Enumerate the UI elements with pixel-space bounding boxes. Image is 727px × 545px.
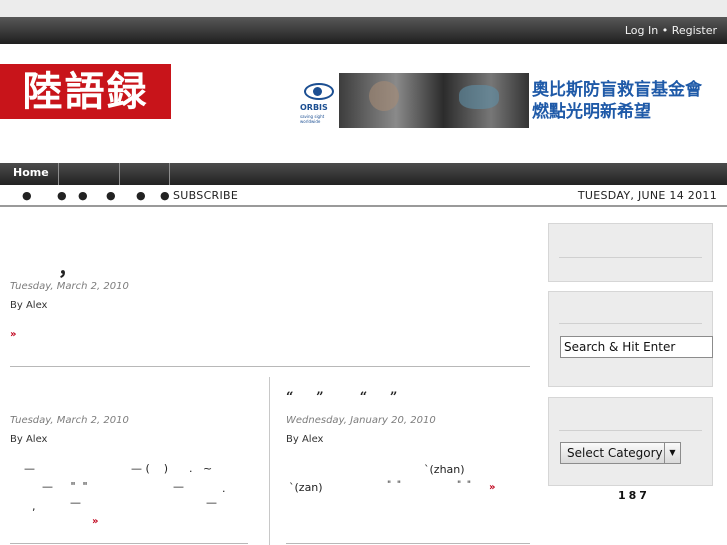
banner-ad[interactable]: ORBIS saving sight worldwide 奧比斯防盲救盲基金會 …	[298, 73, 718, 129]
excerpt-fragment: —	[70, 496, 81, 509]
widget-divider	[559, 257, 702, 258]
main-nav: Home	[0, 163, 727, 185]
banner-photo	[339, 73, 529, 128]
orbis-logo: ORBIS saving sight worldwide	[298, 73, 338, 129]
category-select-label: Select Category	[567, 446, 663, 460]
post-date: Tuesday, March 2, 2010	[10, 281, 129, 292]
chevron-down-icon[interactable]: ▼	[664, 443, 680, 463]
nav-item-3[interactable]	[120, 163, 170, 185]
subnav-dot[interactable]: ●	[160, 189, 170, 202]
subnav-dot[interactable]: ●	[22, 189, 32, 202]
user-bar: Log In • Register	[0, 17, 727, 44]
column-divider	[269, 377, 270, 545]
subnav-dot[interactable]: ●	[78, 189, 88, 202]
post-divider	[10, 366, 530, 367]
pupil-icon	[313, 87, 322, 96]
excerpt-fragment: —	[173, 480, 184, 493]
site-logo[interactable]: 陸語録	[0, 64, 171, 119]
banner-line-2: 燃點光明新希望	[532, 102, 651, 122]
post-divider	[10, 543, 248, 544]
subnav-dot[interactable]: ●	[57, 189, 67, 202]
subnav-dot[interactable]: ●	[136, 189, 146, 202]
read-more-link[interactable]: »	[489, 482, 495, 493]
orbis-brand: ORBIS	[300, 103, 328, 112]
category-select[interactable]: Select Category ▼	[560, 442, 681, 464]
login-link[interactable]: Log In	[625, 24, 658, 37]
post-title[interactable]: ，	[58, 258, 78, 278]
account-links: Log In • Register	[625, 24, 717, 37]
orbis-tagline: saving sight worldwide	[300, 114, 325, 124]
excerpt-fragment: —	[24, 462, 35, 475]
post-date: Wednesday, January 20, 2010	[286, 415, 436, 426]
search-widget	[548, 291, 713, 387]
banner-text: 奧比斯防盲救盲基金會 燃點光明新希望	[532, 79, 702, 123]
excerpt-fragment: — " "	[42, 480, 88, 493]
post-date: Tuesday, March 2, 2010	[10, 415, 129, 426]
subscribe-link[interactable]: SUBSCRIBE	[173, 189, 238, 202]
excerpt-fragment: `(zhan)	[424, 463, 465, 476]
register-link[interactable]: Register	[672, 24, 717, 37]
category-widget: Select Category ▼	[548, 397, 713, 486]
excerpt-fragment: .	[222, 482, 226, 495]
widget-divider	[559, 430, 702, 431]
top-strip	[0, 0, 727, 17]
read-more-link[interactable]: »	[10, 329, 16, 340]
nav-item-2[interactable]	[59, 163, 120, 185]
read-more-link[interactable]: »	[92, 516, 98, 527]
excerpt-fragment: —	[206, 496, 217, 509]
excerpt-fragment: " "	[387, 480, 402, 490]
excerpt-fragment: `(zan)	[289, 481, 323, 494]
current-date: TUESDAY, JUNE 14 2011	[577, 189, 717, 202]
excerpt-fragment: ,	[32, 500, 36, 513]
sidebar-widget	[548, 223, 713, 282]
post-author[interactable]: By Alex	[286, 434, 323, 445]
widget-divider	[559, 323, 702, 324]
post-divider	[286, 543, 530, 544]
post-author[interactable]: By Alex	[10, 434, 47, 445]
search-input[interactable]	[560, 336, 713, 358]
excerpt-fragment: " "	[457, 480, 472, 490]
post-title[interactable]: “ ” “ ”	[286, 390, 397, 405]
nav-home[interactable]: Home	[0, 163, 59, 185]
visitor-counter: 187	[618, 489, 650, 502]
sub-nav: ● ● ● ● ● ● SUBSCRIBE TUESDAY, JUNE 14 2…	[0, 185, 727, 207]
post-author[interactable]: By Alex	[10, 300, 47, 311]
subnav-dot[interactable]: ●	[106, 189, 116, 202]
banner-line-1: 奧比斯防盲救盲基金會	[532, 80, 702, 100]
excerpt-fragment: — ( ) . ~	[131, 462, 213, 475]
separator-bullet: •	[661, 24, 669, 37]
